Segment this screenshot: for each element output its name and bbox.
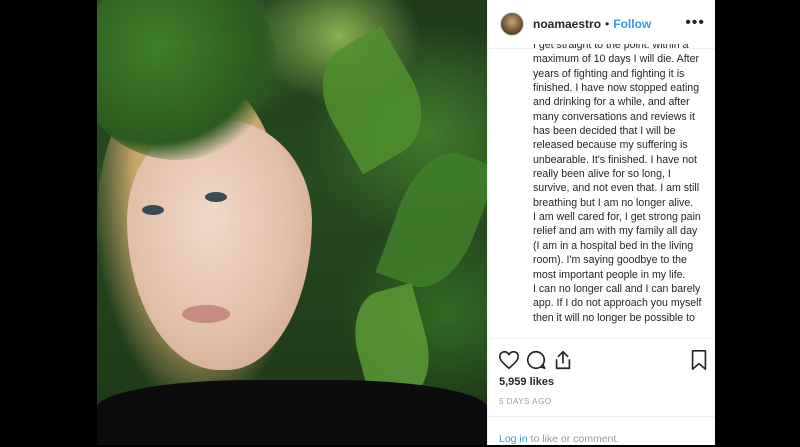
username[interactable]: noamaestro	[533, 17, 601, 31]
lips	[182, 305, 230, 323]
login-text: to like or comment.	[527, 433, 620, 445]
separator-dot: •	[605, 17, 610, 31]
share-icon[interactable]	[552, 349, 574, 371]
leaf	[303, 25, 441, 175]
shirt	[97, 380, 487, 445]
post-caption: I get straight to the point: within a ma…	[533, 44, 703, 336]
avatar[interactable]	[500, 12, 524, 36]
post-panel: noamaestro • Follow ••• I get straight t…	[487, 0, 715, 445]
post-header: noamaestro • Follow •••	[488, 0, 715, 49]
bookmark-icon[interactable]	[688, 349, 710, 371]
caption-paragraph: I get straight to the point: within a ma…	[533, 44, 700, 209]
post-actions	[488, 338, 715, 379]
login-prompt: Log in to like or comment.	[499, 433, 619, 445]
caption-paragraph: I can no longer call and I can barely ap…	[533, 282, 702, 324]
post-photo	[97, 0, 487, 445]
login-link[interactable]: Log in	[499, 433, 528, 445]
eye	[142, 205, 164, 215]
eye	[205, 192, 227, 202]
more-options-icon[interactable]: •••	[685, 14, 705, 32]
caption-paragraph: I am well cared for, I get strong pain r…	[533, 211, 701, 281]
likes-count[interactable]: 5,959 likes	[499, 376, 554, 388]
comment-icon[interactable]	[525, 349, 547, 371]
follow-button[interactable]: Follow	[613, 17, 651, 31]
login-bar: Log in to like or comment.	[488, 416, 715, 447]
leaf	[375, 140, 487, 300]
post-date: 5 DAYS AGO	[499, 397, 552, 406]
heart-icon[interactable]	[498, 349, 520, 371]
